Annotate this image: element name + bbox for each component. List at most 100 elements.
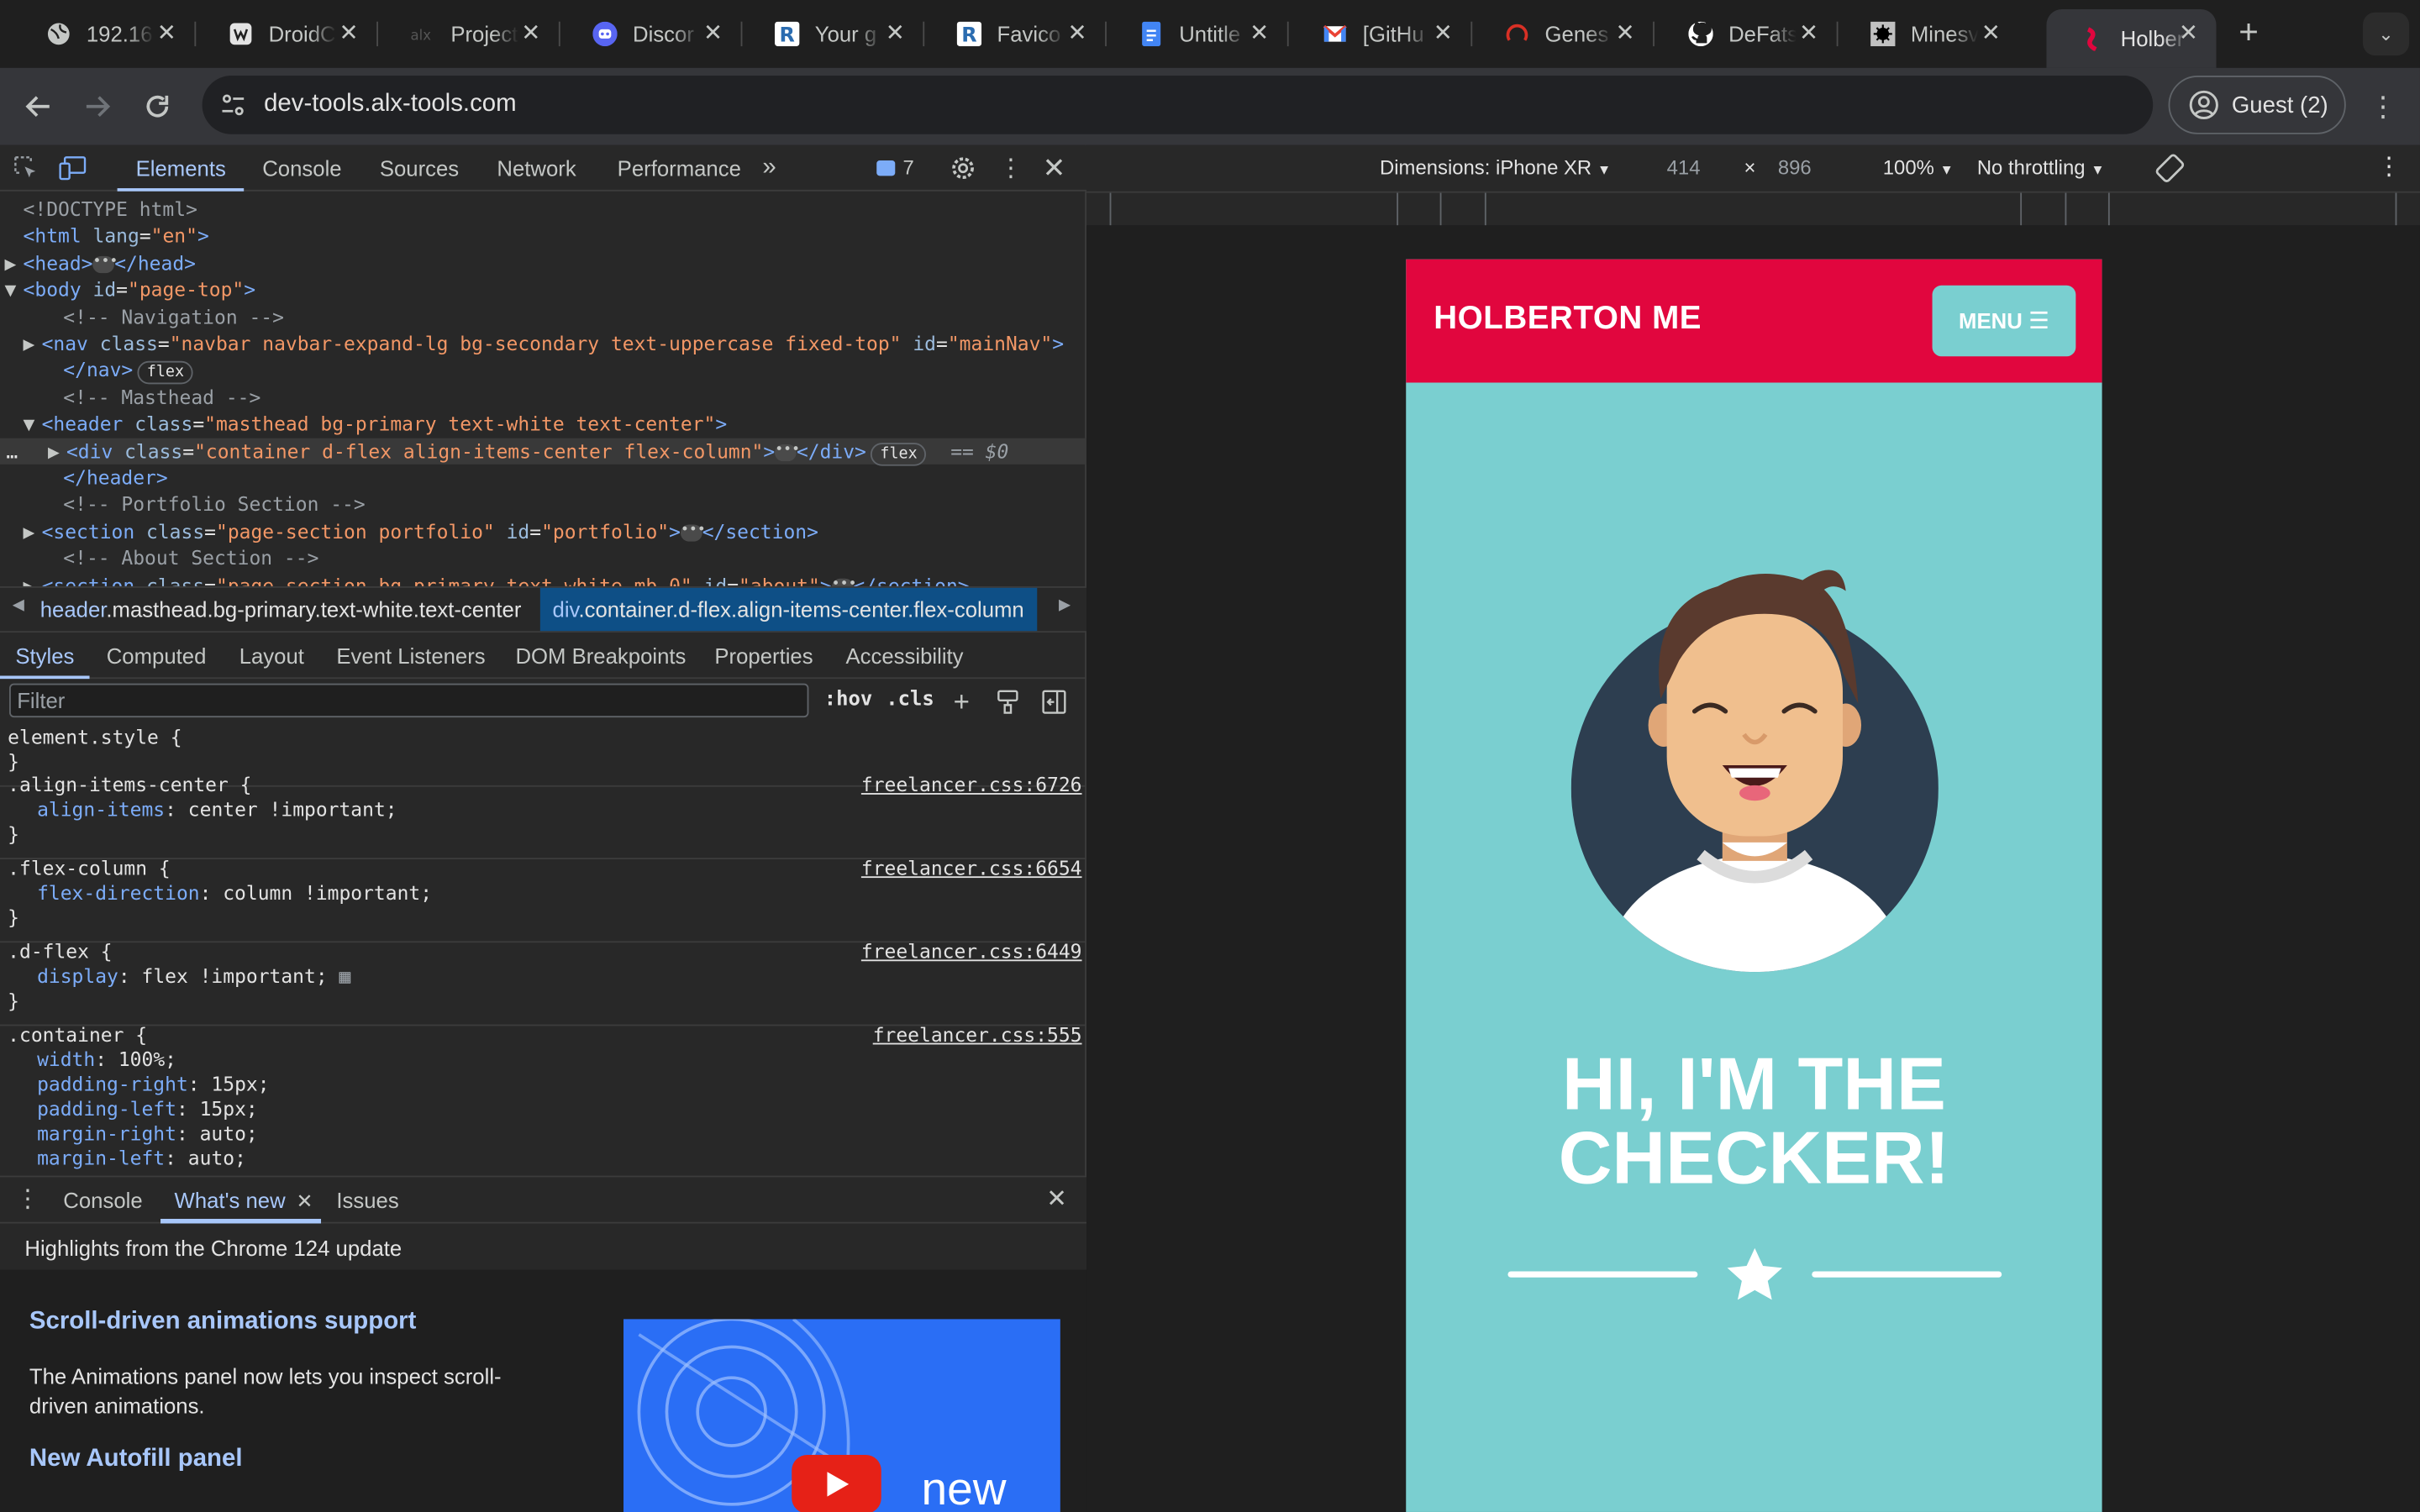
close-tab-icon[interactable]: ✕: [880, 18, 911, 50]
play-button-icon[interactable]: [792, 1455, 881, 1512]
close-tab-icon[interactable]: ✕: [1062, 18, 1093, 50]
close-drawer-icon[interactable]: ✕: [1046, 1177, 1067, 1223]
hov-button[interactable]: :hov: [824, 688, 873, 711]
sidebar-toggle-icon[interactable]: [1040, 688, 1068, 716]
tab-computed[interactable]: Computed: [107, 633, 207, 679]
tab-properties[interactable]: Properties: [714, 633, 813, 679]
rotate-icon[interactable]: [2154, 153, 2186, 188]
device-dimensions-select[interactable]: Dimensions: iPhone XR ▼: [1380, 156, 1611, 180]
cls-button[interactable]: .cls: [886, 688, 934, 711]
profile-button[interactable]: Guest (2): [2168, 75, 2346, 134]
tab-accessibility[interactable]: Accessibility: [846, 633, 964, 679]
device-options-icon[interactable]: ⋮: [2377, 151, 2402, 182]
css-declaration[interactable]: padding-right: 15px;: [8, 1073, 1086, 1097]
tab-layout[interactable]: Layout: [239, 633, 304, 679]
drawer-tab-issues[interactable]: Issues: [336, 1177, 398, 1223]
css-source-link[interactable]: freelancer.css:555: [873, 1023, 1082, 1047]
close-tab-icon[interactable]: ✕: [1610, 18, 1641, 50]
browser-tab[interactable]: Untitle ✕: [1105, 9, 1289, 59]
back-button[interactable]: [18, 87, 59, 127]
tab-event-listeners[interactable]: Event Listeners: [336, 633, 485, 679]
throttling-select[interactable]: No throttling ▼: [1977, 156, 2105, 180]
close-tab-icon[interactable]: ✕: [297, 1189, 313, 1213]
tab-network[interactable]: Network: [497, 145, 576, 192]
css-rule[interactable]: .align-items-center {freelancer.css:6726…: [0, 773, 1087, 860]
css-declaration[interactable]: margin-right: auto;: [8, 1121, 1086, 1146]
css-declaration[interactable]: width: 100%;: [8, 1047, 1086, 1072]
css-declaration[interactable]: margin-left: auto;: [8, 1147, 1086, 1171]
address-bar[interactable]: dev-tools.alx-tools.com: [202, 75, 2154, 134]
forward-button[interactable]: [77, 87, 118, 127]
browser-tab[interactable]: 192.16 ✕: [13, 9, 197, 59]
css-declaration[interactable]: display: flex !important; ▦: [8, 964, 1086, 989]
height-input[interactable]: 896: [1778, 156, 1812, 180]
selected-dom-node[interactable]: … ▶ <div class="container d-flex align-ite…: [0, 437, 1087, 465]
browser-tab[interactable]: Holber ✕: [2046, 9, 2217, 68]
flex-editor-icon[interactable]: ▦: [328, 964, 350, 988]
drawer-tab-whats-new[interactable]: What's new ✕: [175, 1177, 313, 1223]
tab-performance[interactable]: Performance: [618, 145, 741, 192]
close-tab-icon[interactable]: ✕: [151, 18, 182, 50]
close-devtools-icon[interactable]: ✕: [1040, 152, 1068, 183]
browser-tab[interactable]: [GitHu ✕: [1289, 9, 1473, 59]
devtools-menu-icon[interactable]: ⋮: [997, 155, 1025, 182]
crumb-right-arrow-icon[interactable]: ▶: [1059, 597, 1071, 614]
css-source-link[interactable]: freelancer.css:6726: [861, 773, 1082, 797]
reload-button[interactable]: [137, 87, 177, 127]
inspect-element-icon[interactable]: [13, 155, 40, 182]
css-rule[interactable]: .d-flex {freelancer.css:6449 display: fle…: [0, 940, 1087, 1026]
video-thumbnail[interactable]: new: [623, 1319, 1060, 1512]
tab-elements[interactable]: Elements: [117, 145, 245, 192]
settings-gear-icon[interactable]: [950, 155, 977, 182]
close-tab-icon[interactable]: ✕: [1244, 18, 1275, 50]
new-rule-icon[interactable]: +: [948, 685, 976, 717]
css-rule[interactable]: .flex-column {freelancer.css:6654 flex-di…: [0, 856, 1087, 943]
tab-sources[interactable]: Sources: [380, 145, 459, 192]
tab-search-button[interactable]: ⌄: [2362, 12, 2410, 56]
browser-menu-button[interactable]: ⋮: [2365, 87, 2402, 127]
close-tab-icon[interactable]: ✕: [1428, 18, 1459, 50]
feature-link-autofill[interactable]: New Autofill panel: [29, 1446, 243, 1473]
css-source-link[interactable]: freelancer.css:6654: [861, 856, 1082, 880]
css-source-link[interactable]: freelancer.css:6449: [861, 940, 1082, 964]
tab-dom-breakpoints[interactable]: DOM Breakpoints: [515, 633, 686, 679]
browser-tab[interactable]: R Your g ✕: [741, 9, 925, 59]
width-input[interactable]: 414: [1667, 156, 1701, 180]
browser-tab[interactable]: Genes ✕: [1470, 9, 1655, 59]
ruler-tick: [1109, 192, 1112, 227]
drawer-menu-icon[interactable]: ⋮: [15, 1177, 39, 1223]
device-toggle-icon[interactable]: [59, 155, 87, 182]
feature-link-scroll-animations[interactable]: Scroll-driven animations support: [29, 1309, 416, 1336]
browser-tab[interactable]: Discor ✕: [559, 9, 743, 59]
site-brand[interactable]: HOLBERTON ME: [1434, 301, 1702, 338]
tab-styles[interactable]: Styles: [0, 633, 90, 680]
close-tab-icon[interactable]: ✕: [334, 18, 365, 50]
close-tab-icon[interactable]: ✕: [1975, 18, 2007, 50]
close-tab-icon[interactable]: ✕: [697, 18, 729, 50]
issues-badge[interactable]: 7: [876, 156, 914, 179]
browser-tab[interactable]: DeFats ✕: [1655, 9, 1839, 59]
paint-brush-icon[interactable]: [994, 688, 1022, 716]
zoom-select[interactable]: 100% ▼: [1883, 156, 1954, 180]
site-info-icon[interactable]: [214, 87, 251, 123]
css-declaration[interactable]: align-items: center !important;: [8, 798, 1086, 822]
styles-filter-input[interactable]: Filter: [9, 683, 809, 718]
css-rule[interactable]: .container {freelancer.css:555 width: 100…: [0, 1023, 1086, 1176]
css-declaration[interactable]: padding-left: 15px;: [8, 1097, 1086, 1121]
close-tab-icon[interactable]: ✕: [2173, 18, 2204, 50]
close-tab-icon[interactable]: ✕: [1793, 18, 1824, 50]
browser-tab[interactable]: Minesv ✕: [1837, 9, 2019, 59]
menu-button[interactable]: MENU ☰: [1932, 285, 2076, 357]
css-declaration[interactable]: flex-direction: column !important;: [8, 881, 1086, 906]
close-tab-icon[interactable]: ✕: [515, 18, 546, 50]
breadcrumb-div[interactable]: div.container.d-flex.align-items-center.…: [539, 587, 1037, 632]
browser-tab[interactable]: R Favico ✕: [923, 9, 1107, 59]
drawer-tab-console[interactable]: Console: [63, 1177, 142, 1223]
more-tabs-icon[interactable]: »: [762, 145, 776, 192]
new-tab-button[interactable]: +: [2230, 14, 2267, 52]
tab-console[interactable]: Console: [262, 145, 341, 192]
crumb-left-arrow-icon[interactable]: ◀: [13, 597, 24, 614]
breadcrumb-header[interactable]: header.masthead.bg-primary.text-white.te…: [40, 597, 522, 622]
browser-tab[interactable]: alx Project ✕: [376, 9, 560, 59]
browser-tab[interactable]: DroidC ✕: [194, 9, 378, 59]
